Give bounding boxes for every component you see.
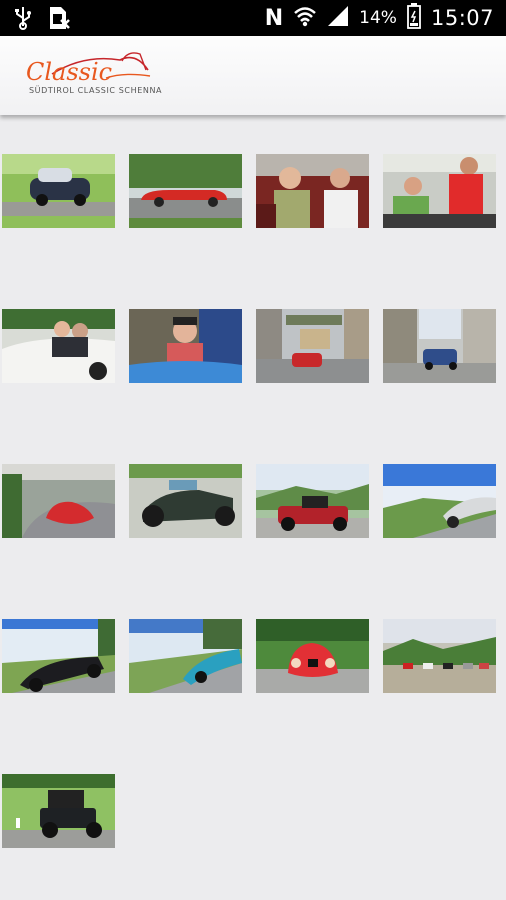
- gallery-thumbnail[interactable]: [2, 619, 115, 693]
- gallery-thumbnail[interactable]: [256, 464, 369, 538]
- wifi-icon: [293, 5, 317, 32]
- gallery-thumbnail[interactable]: [256, 154, 369, 228]
- gallery-thumbnail[interactable]: [256, 619, 369, 693]
- svg-text:Classic: Classic: [26, 58, 112, 86]
- gallery-thumbnail[interactable]: [2, 774, 115, 848]
- clock: 15:07: [430, 6, 494, 30]
- gallery-thumbnail[interactable]: [256, 309, 369, 383]
- gallery-thumbnail[interactable]: [383, 154, 496, 228]
- sim-card-icon: [48, 6, 70, 35]
- usb-icon: [14, 6, 32, 35]
- photo-gallery: [2, 154, 506, 848]
- gallery-thumbnail[interactable]: [2, 309, 115, 383]
- status-bar: N 14% 15:07: [0, 0, 506, 36]
- gallery-thumbnail[interactable]: [383, 464, 496, 538]
- nfc-icon: N: [264, 5, 284, 31]
- battery-icon: [407, 2, 421, 34]
- gallery-thumbnail[interactable]: [129, 464, 242, 538]
- gallery-thumbnail[interactable]: [129, 154, 242, 228]
- app-header: Classic SÜDTIROL CLASSIC SCHENNA: [0, 36, 506, 115]
- logo-tagline: SÜDTIROL CLASSIC SCHENNA: [29, 86, 163, 95]
- signal-icon: [327, 5, 349, 32]
- gallery-thumbnail[interactable]: [129, 309, 242, 383]
- gallery-thumbnail[interactable]: [383, 309, 496, 383]
- gallery-thumbnail[interactable]: [129, 619, 242, 693]
- gallery-thumbnail[interactable]: [2, 154, 115, 228]
- battery-percent: 14%: [359, 8, 397, 28]
- gallery-thumbnail[interactable]: [383, 619, 496, 693]
- gallery-thumbnail[interactable]: [2, 464, 115, 538]
